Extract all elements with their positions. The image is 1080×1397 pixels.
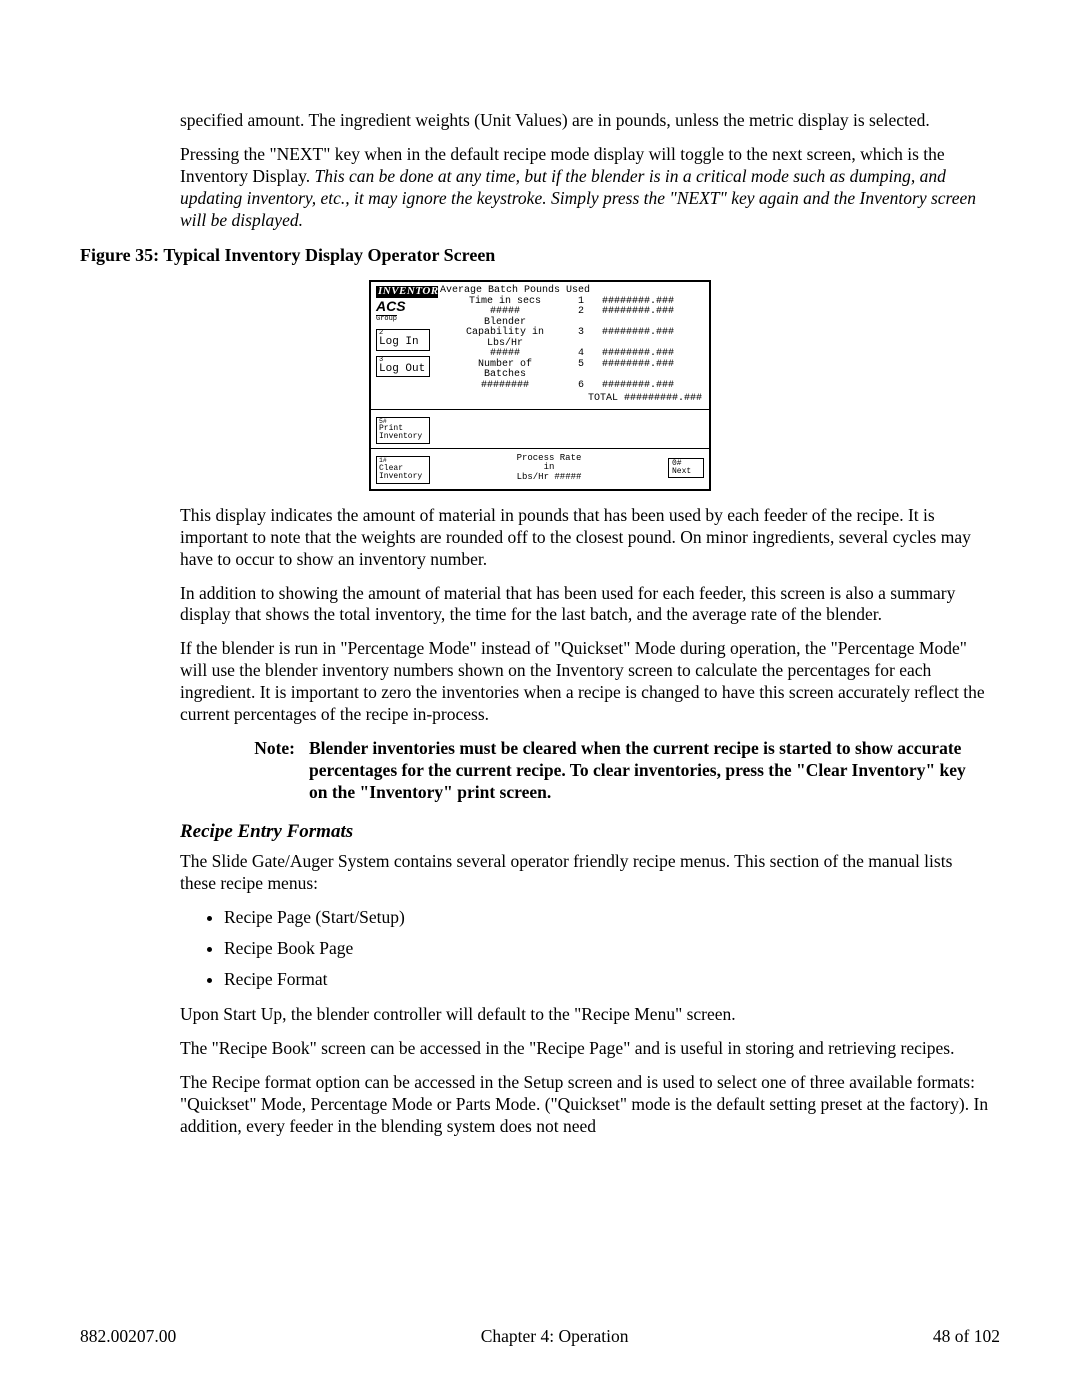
list-item: Recipe Book Page	[224, 938, 990, 959]
total-line: TOTAL #########.###	[440, 394, 704, 405]
intro-block: specified amount. The ingredient weights…	[180, 110, 990, 231]
after-p2: In addition to showing the amount of mat…	[180, 583, 990, 627]
separator-1	[371, 409, 709, 410]
row3-v: ########.###	[584, 328, 674, 339]
footer-left: 882.00207.00	[80, 1326, 176, 1347]
separator-2	[371, 448, 709, 449]
logout-button[interactable]: 3 Log Out	[376, 356, 430, 378]
clear-inventory-button[interactable]: 1# Clear Inventory	[376, 456, 430, 484]
row3-n: 3	[570, 328, 584, 339]
total-value: #########.###	[624, 393, 702, 404]
figure-caption: Figure 35: Typical Inventory Display Ope…	[80, 245, 1000, 266]
total-label: TOTAL	[588, 393, 618, 404]
recipe-bullets: Recipe Page (Start/Setup) Recipe Book Pa…	[180, 907, 990, 990]
next-label: Next	[672, 467, 691, 476]
page: specified amount. The ingredient weights…	[0, 0, 1080, 1397]
data-grid: Average Batch Pounds Used Time in secs 1…	[440, 286, 704, 391]
process-value: #####	[554, 472, 581, 482]
list-item: Recipe Format	[224, 969, 990, 990]
row6-n: 6	[570, 381, 584, 392]
login-label: Log In	[379, 331, 427, 349]
num-value: ########	[440, 381, 570, 392]
acs-logo-block: ACS Group	[376, 299, 436, 324]
intro-p2: Pressing the "NEXT" key when in the defa…	[180, 144, 990, 232]
logout-sup: 3	[379, 357, 383, 364]
clear-l2: Inventory	[379, 472, 422, 481]
row5-v: ########.###	[584, 360, 674, 371]
next-button[interactable]: 0# Next	[668, 458, 704, 478]
print-l2: Inventory	[379, 432, 422, 441]
row2-n: 2	[570, 307, 584, 318]
row5-n: 5	[570, 360, 584, 371]
display-title: INVENTORY	[376, 286, 438, 298]
footer-center: Chapter 4: Operation	[481, 1326, 629, 1347]
note-label: Note:	[220, 738, 309, 804]
acs-sub: Group	[376, 315, 397, 323]
list-item: Recipe Page (Start/Setup)	[224, 907, 990, 928]
section-heading: Recipe Entry Formats	[180, 821, 990, 843]
tail-p1: Upon Start Up, the blender controller wi…	[180, 1004, 990, 1026]
intro-p1: specified amount. The ingredient weights…	[180, 110, 990, 132]
print-inventory-button[interactable]: 5# Print Inventory	[376, 417, 430, 445]
tail-p2: The "Recipe Book" screen can be accessed…	[180, 1038, 990, 1060]
footer-right: 48 of 102	[933, 1326, 1000, 1347]
recipe-intro: The Slide Gate/Auger System contains sev…	[180, 851, 990, 895]
tail-p3: The Recipe format option can be accessed…	[180, 1072, 990, 1138]
process-rate-block: Process Rate in Lbs/Hr #####	[517, 454, 582, 482]
after-p1: This display indicates the amount of mat…	[180, 505, 990, 571]
page-footer: 882.00207.00 Chapter 4: Operation 48 of …	[80, 1326, 1000, 1347]
acs-logo: ACS	[376, 299, 436, 314]
login-sup: 2	[379, 330, 383, 337]
inventory-display: INVENTORY ACS Group 2 Log In 3 Log Out	[369, 280, 711, 491]
logout-label: Log Out	[379, 358, 427, 376]
after-figure-block: This display indicates the amount of mat…	[180, 505, 990, 1138]
note-body: Blender inventories must be cleared when…	[309, 738, 980, 804]
after-p3: If the blender is run in "Percentage Mod…	[180, 638, 990, 726]
login-button[interactable]: 2 Log In	[376, 329, 430, 351]
figure: INVENTORY ACS Group 2 Log In 3 Log Out	[80, 280, 1000, 491]
row6-v: ########.###	[584, 381, 674, 392]
row2-v: ########.###	[584, 307, 674, 318]
process-l3: Lbs/Hr	[517, 472, 549, 482]
note-row: Note: Blender inventories must be cleare…	[220, 738, 980, 804]
